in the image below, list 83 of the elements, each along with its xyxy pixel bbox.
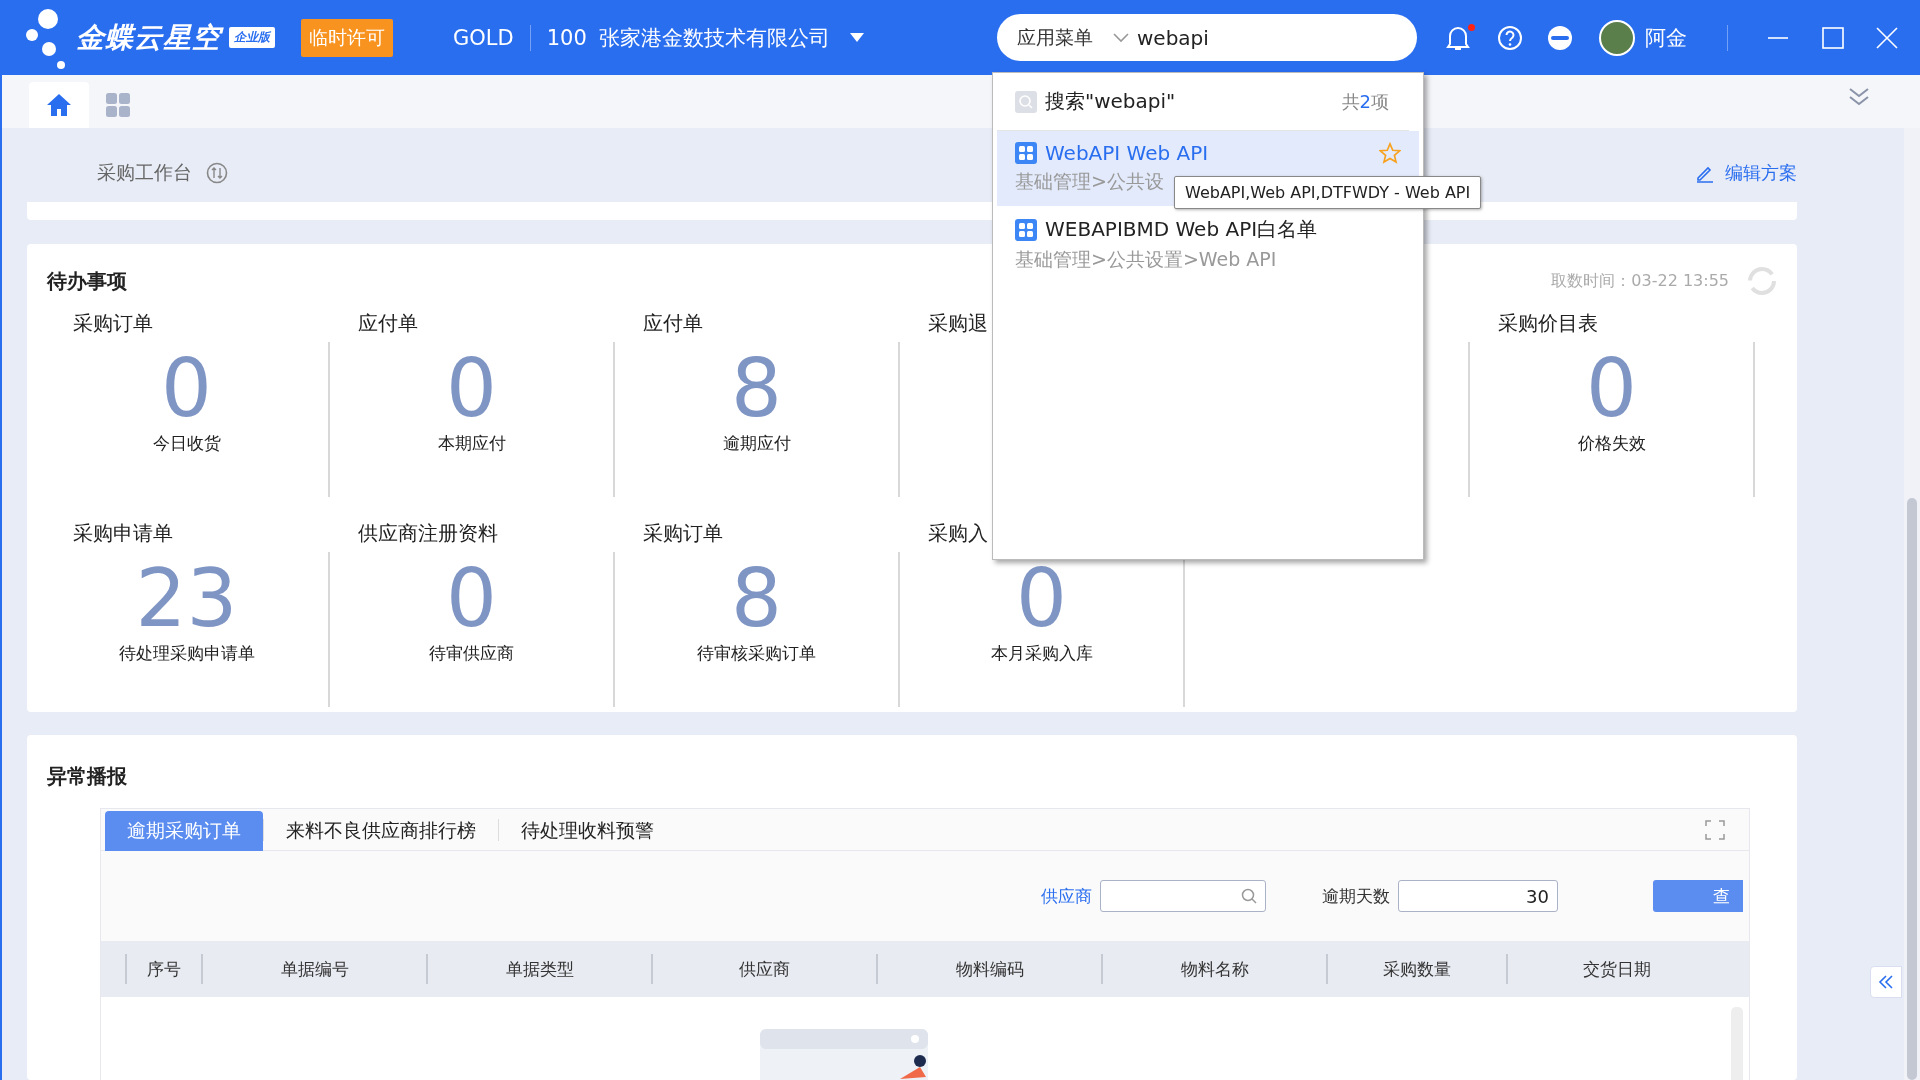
todo-label: 应付单 (357, 310, 419, 337)
supplier-label: 供应商 (1041, 884, 1092, 908)
todo-count[interactable]: 8 (731, 346, 782, 432)
todo-label: 应付单 (642, 310, 704, 337)
scrollbar[interactable] (1904, 128, 1920, 1080)
chevron-icon (1113, 32, 1129, 43)
todo-caption: 本期应付 (437, 432, 506, 455)
column-header: 物料编码 (876, 954, 1101, 984)
todo-caption: 待审供应商 (429, 642, 514, 665)
todo-count[interactable]: 0 (1016, 556, 1067, 642)
fetch-time: 取数时间：03-22 13:55 (1551, 270, 1729, 292)
todo-count[interactable]: 0 (161, 346, 212, 432)
home-icon (46, 93, 72, 117)
supplier-field[interactable] (1100, 880, 1266, 912)
search-result[interactable]: WEBAPIBMD Web API白名单 基础管理>公共设置>Web API (997, 206, 1419, 281)
alert-tab[interactable]: 来料不良供应商排行榜 (264, 810, 498, 851)
edition-badge: 企业版 (229, 27, 275, 48)
user-name: 阿金 (1645, 24, 1687, 52)
todo-count[interactable]: 0 (446, 346, 497, 432)
license-badge: 临时许可 (301, 18, 393, 57)
todo-caption: 待处理采购申请单 (118, 642, 255, 665)
todo-label: 采购订单 (642, 520, 724, 547)
org-name: 张家港金数技术有限公司 (598, 24, 830, 52)
app-icon (1015, 142, 1037, 164)
todo-label: 供应商注册资料 (357, 520, 499, 547)
logo-icon (26, 6, 66, 69)
search-scope: 应用菜单 (1017, 24, 1093, 50)
close-icon[interactable] (1876, 26, 1898, 49)
todo-count[interactable]: 8 (731, 556, 782, 642)
alert-tab[interactable]: 逾期采购订单 (105, 810, 263, 851)
result-path: 基础管理>公共设置>Web API (1015, 247, 1277, 272)
todo-count[interactable]: 23 (135, 556, 238, 642)
todo-caption: 本月采购入库 (990, 642, 1093, 665)
grid-icon (106, 93, 130, 117)
workbench-title: 采购工作台 (97, 160, 192, 185)
query-button[interactable]: 查 (1653, 880, 1743, 912)
todo-label: 采购价目表 (1497, 310, 1599, 337)
result-title: WebAPI Web API (1045, 141, 1209, 165)
search-query: 搜索"webapi" (1045, 88, 1176, 115)
help-icon[interactable] (1497, 24, 1523, 51)
todo-caption: 价格失效 (1577, 432, 1646, 455)
tooltip: WebAPI,Web API,DTFWDY - Web API (1174, 176, 1482, 209)
column-header: 序号 (125, 954, 201, 984)
todo-label: 采购入 (927, 520, 989, 547)
sort-icon (206, 162, 228, 184)
card-title: 异常播报 (47, 763, 127, 790)
column-header: 交货日期 (1506, 954, 1726, 984)
maximize-icon[interactable] (1822, 26, 1844, 49)
todo-label: 采购申请单 (72, 520, 174, 547)
search-icon (1015, 90, 1037, 113)
expand-icon[interactable] (1870, 966, 1902, 998)
user-avatar[interactable] (1599, 19, 1635, 56)
overdue-days-label: 逾期天数 (1322, 884, 1390, 908)
result-path: 基础管理>公共设 (1015, 169, 1164, 194)
result-title: WEBAPIBMD Web API白名单 (1045, 216, 1318, 243)
todo-label: 采购订单 (72, 310, 154, 337)
result-count: 共2项 (1341, 89, 1389, 114)
column-header: 物料名称 (1101, 954, 1326, 984)
column-header: 单据编号 (201, 954, 426, 984)
todo-caption: 逾期应付 (722, 432, 791, 455)
column-header: 采购数量 (1326, 954, 1506, 984)
column-header: 供应商 (651, 954, 876, 984)
todo-caption: 待审核采购订单 (697, 642, 816, 665)
overdue-days-field[interactable]: 30 (1398, 880, 1558, 912)
todo-label: 采购退 (927, 310, 989, 337)
caret-icon[interactable] (849, 33, 864, 42)
todo-count[interactable]: 0 (446, 556, 497, 642)
org-code: 100 (546, 25, 587, 50)
column-header: 单据类型 (426, 954, 651, 984)
star-icon[interactable] (1379, 142, 1401, 164)
data-center-name: GOLD (453, 25, 514, 50)
search-icon (1241, 888, 1257, 904)
todo-count[interactable]: 0 (1586, 346, 1637, 432)
fullscreen-icon[interactable] (1705, 819, 1725, 840)
app-icon (1015, 218, 1037, 241)
edit-plan-link[interactable]: 编辑方案 (1695, 161, 1797, 185)
todo-caption: 今日收货 (152, 432, 221, 455)
minimize-icon[interactable] (1768, 35, 1788, 40)
more-icon[interactable] (1547, 24, 1573, 51)
alert-tab[interactable]: 待处理收料预警 (499, 810, 676, 851)
search-bar[interactable]: 应用菜单 webapi (997, 14, 1417, 61)
page-tab[interactable] (29, 82, 89, 128)
card-title: 待办事项 (47, 267, 127, 295)
